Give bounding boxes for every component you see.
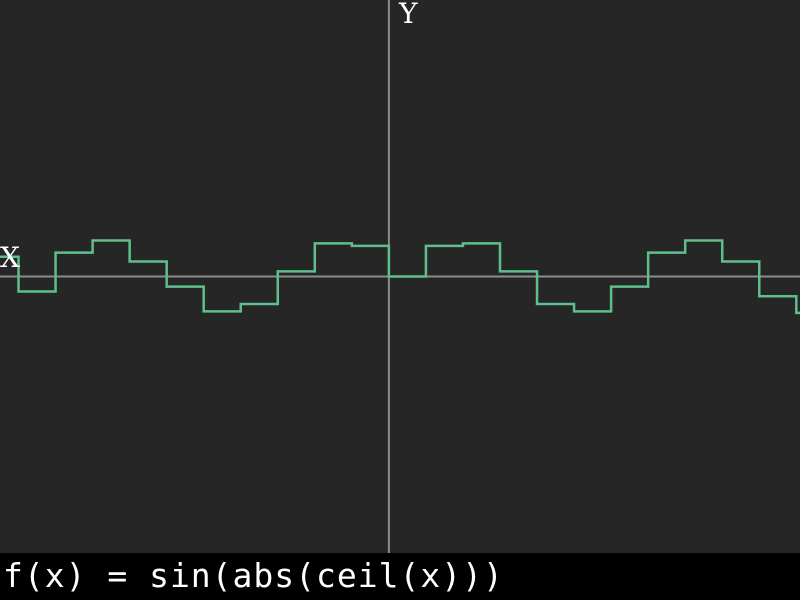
formula-text: f(x) = sin(abs(ceil(x))) bbox=[3, 556, 504, 595]
formula-bar: f(x) = sin(abs(ceil(x))) bbox=[0, 553, 800, 600]
y-axis-label: Y bbox=[399, 0, 418, 30]
x-axis-label: X bbox=[0, 241, 20, 274]
plot-svg bbox=[0, 0, 800, 553]
plot-area: X Y bbox=[0, 0, 800, 553]
